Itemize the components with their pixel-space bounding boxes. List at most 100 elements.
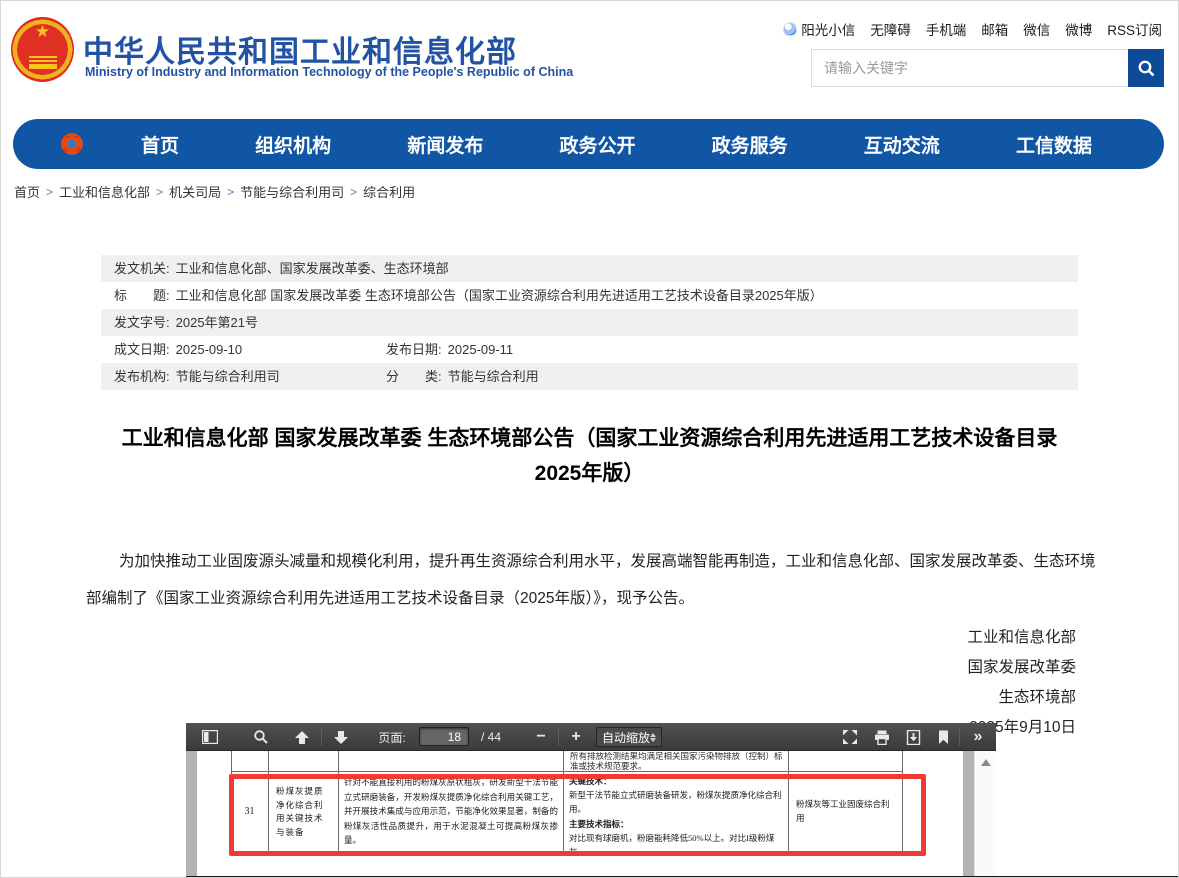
breadcrumb-home[interactable]: 首页: [14, 182, 40, 201]
meta-row-dates: 成文日期: 2025-09-10 发布日期: 2025-09-11: [101, 336, 1078, 363]
quick-link-wechat[interactable]: 微信: [1023, 19, 1050, 39]
meta-label: 分 类:: [386, 369, 442, 384]
meta-label: 发文机关:: [114, 261, 170, 276]
quick-link-mobile[interactable]: 手机端: [926, 19, 967, 39]
national-emblem-logo[interactable]: ★: [11, 17, 74, 82]
nav-item-home[interactable]: 首页: [141, 131, 179, 158]
meta-label: 发文字号:: [114, 315, 170, 330]
select-spinner-icon: [650, 733, 656, 742]
star-icon: ★: [35, 23, 50, 40]
header-quick-links: 阳光小信 无障碍 手机端 邮箱 微信 微博 RSS订阅: [783, 19, 1162, 39]
quick-link-mail[interactable]: 邮箱: [981, 19, 1008, 39]
pdf-viewer: 页面: / 44 − + 自动缩放: [186, 723, 996, 876]
red-highlight-box: [229, 774, 926, 856]
nav-items: 首页 组织机构 新闻发布 政务公开 政务服务 互动交流 工信数据: [141, 131, 1092, 158]
search-input[interactable]: [811, 49, 1128, 87]
page-number-input[interactable]: [419, 727, 469, 746]
zoom-mode-value: 自动缩放: [602, 729, 650, 746]
nav-item-organization[interactable]: 组织机构: [255, 131, 331, 158]
meta-label: 发布日期:: [386, 342, 442, 357]
scroll-up-icon: [981, 759, 991, 766]
page-title: 工业和信息化部 国家发展改革委 生态环境部公告（国家工业资源综合利用先进适用工艺…: [101, 421, 1078, 491]
fullscreen-icon: [842, 729, 858, 745]
search-icon: [1137, 59, 1156, 78]
meta-row-title: 标 题: 工业和信息化部 国家发展改革委 生态环境部公告（国家工业资源综合利用先进…: [101, 282, 1078, 309]
bookmark-icon: [937, 730, 950, 745]
breadcrumb-miit[interactable]: 工业和信息化部: [59, 182, 150, 201]
page-number-label: 页面:: [374, 723, 410, 751]
quick-link-label: 阳光小信: [801, 19, 855, 39]
tiananmen-icon: [29, 56, 57, 69]
zoom-out-button[interactable]: −: [532, 723, 550, 751]
sidebar-toggle-button[interactable]: [199, 723, 221, 751]
meta-value: 节能与综合利用司: [176, 369, 280, 384]
page-total-label: / 44: [476, 723, 506, 751]
nav-item-gov-affairs[interactable]: 政务公开: [559, 131, 635, 158]
signature-line: 生态环境部: [967, 683, 1076, 713]
nav-item-interaction[interactable]: 互动交流: [864, 131, 940, 158]
meta-value: 2025-09-11: [448, 342, 514, 357]
nav-item-data[interactable]: 工信数据: [1016, 131, 1092, 158]
more-tools-button[interactable]: »: [967, 723, 989, 751]
announcement-paragraph: 为加快推动工业固废源头减量和规模化利用，提升再生资源综合利用水平，发展高端智能再…: [86, 543, 1096, 617]
minus-icon: −: [536, 728, 545, 746]
signature-line: 国家发展改革委: [967, 653, 1076, 683]
pdf-scrollbar[interactable]: [974, 751, 996, 876]
breadcrumb: 首页 > 工业和信息化部 > 机关司局 > 节能与综合利用司 > 综合利用: [14, 182, 415, 201]
breadcrumb-separator: >: [350, 185, 357, 199]
page-down-button[interactable]: [330, 723, 352, 751]
presentation-mode-button[interactable]: [839, 723, 861, 751]
pdf-toolbar: 页面: / 44 − + 自动缩放: [186, 723, 996, 751]
meta-label: 成文日期:: [114, 342, 170, 357]
breadcrumb-separator: >: [156, 185, 163, 199]
breadcrumb-current[interactable]: 综合利用: [363, 182, 415, 201]
toolbar-separator: [558, 728, 559, 746]
pdf-content-area: 所有排放检测结果均满足相关国家污染物排放（控制）标准或技术规范要求。 31 粉煤…: [186, 751, 996, 876]
page-up-button[interactable]: [291, 723, 313, 751]
breadcrumb-energy-dept[interactable]: 节能与综合利用司: [240, 182, 344, 201]
page: ★ 中华人民共和国工业和信息化部 Ministry of Industry an…: [0, 0, 1179, 878]
search-button[interactable]: [1128, 49, 1164, 87]
search-bar: [811, 49, 1164, 87]
xiaoxin-mascot-icon: [783, 22, 797, 36]
meta-label: 标 题:: [114, 288, 170, 303]
sidebar-toggle-icon: [202, 730, 218, 744]
meta-value: 2025-09-10: [176, 342, 243, 357]
nav-item-services[interactable]: 政务服务: [712, 131, 788, 158]
signature-line: 工业和信息化部: [967, 623, 1076, 653]
download-button[interactable]: [902, 723, 924, 751]
quick-link-accessibility[interactable]: 无障碍: [870, 19, 911, 39]
find-button[interactable]: [250, 723, 272, 751]
bookmark-button[interactable]: [934, 723, 952, 751]
download-icon: [906, 730, 921, 745]
toolbar-separator: [321, 728, 322, 746]
printer-icon: [874, 730, 890, 745]
meta-label: 发布机构:: [114, 369, 170, 384]
main-nav: 首页 组织机构 新闻发布 政务公开 政务服务 互动交流 工信数据: [13, 119, 1164, 169]
chevrons-right-icon: »: [974, 728, 983, 746]
quick-link-rss[interactable]: RSS订阅: [1107, 19, 1162, 39]
quick-link-weibo[interactable]: 微博: [1065, 19, 1092, 39]
document-meta-table: 发文机关: 工业和信息化部、国家发展改革委、生态环境部 标 题: 工业和信息化部 国…: [101, 255, 1078, 390]
arrow-down-icon: [333, 730, 349, 745]
find-icon: [253, 729, 269, 745]
pdf-page: 所有排放检测结果均满足相关国家污染物排放（控制）标准或技术规范要求。 31 粉煤…: [197, 751, 963, 876]
meta-value: 节能与综合利用: [448, 369, 539, 384]
meta-value: 工业和信息化部 国家发展改革委 生态环境部公告（国家工业资源综合利用先进适用工艺…: [176, 288, 823, 303]
print-button[interactable]: [871, 723, 893, 751]
breadcrumb-separator: >: [46, 185, 53, 199]
nav-item-news[interactable]: 新闻发布: [407, 131, 483, 158]
site-subtitle: Ministry of Industry and Information Tec…: [85, 65, 573, 79]
quick-link-sunshine[interactable]: 阳光小信: [783, 19, 855, 39]
meta-row-issuing-agency: 发文机关: 工业和信息化部、国家发展改革委、生态环境部: [101, 255, 1078, 282]
breadcrumb-departments[interactable]: 机关司局: [169, 182, 221, 201]
meta-row-publisher: 发布机构: 节能与综合利用司 分 类: 节能与综合利用: [101, 363, 1078, 390]
arrow-up-icon: [294, 730, 310, 745]
zoom-in-button[interactable]: +: [567, 723, 585, 751]
meta-value: 工业和信息化部、国家发展改革委、生态环境部: [176, 261, 449, 276]
table-cell-prev-row-requirements: 所有排放检测结果均满足相关国家污染物排放（控制）标准或技术规范要求。: [566, 752, 788, 771]
plus-icon: +: [571, 728, 580, 746]
miit-gear-icon: [61, 133, 83, 155]
zoom-mode-select[interactable]: 自动缩放: [596, 727, 662, 747]
meta-row-doc-number: 发文字号:2025年第21号: [101, 309, 1078, 336]
